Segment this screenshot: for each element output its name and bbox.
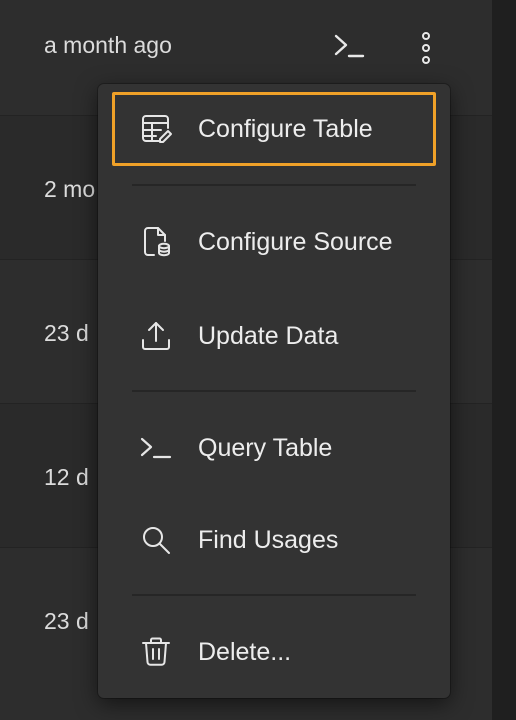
row-modified-time: 12 d — [44, 464, 89, 490]
menu-item-find-usages[interactable]: Find Usages — [112, 502, 436, 578]
file-database-icon — [136, 222, 176, 262]
menu-divider — [132, 594, 416, 596]
row-modified-time: 2 mo — [44, 176, 96, 202]
menu-item-update-data[interactable]: Update Data — [112, 298, 436, 374]
row-modified-time: 23 d — [44, 320, 89, 346]
more-vertical-icon[interactable] — [414, 30, 438, 66]
menu-item-label: Configure Table — [198, 114, 373, 143]
menu-item-label: Query Table — [198, 433, 333, 462]
table-edit-icon — [136, 109, 176, 149]
menu-item-label: Delete... — [198, 637, 292, 666]
scrollbar[interactable] — [492, 0, 516, 720]
menu-item-query-table[interactable]: Query Table — [112, 410, 436, 486]
search-icon — [136, 520, 176, 560]
menu-item-label: Find Usages — [198, 525, 339, 554]
trash-icon — [136, 632, 176, 672]
menu-item-configure-table[interactable]: Configure Table — [112, 92, 436, 166]
menu-item-label: Update Data — [198, 321, 339, 350]
upload-icon — [136, 316, 176, 356]
menu-divider — [132, 184, 416, 186]
row-modified-time: 23 d — [44, 608, 89, 634]
terminal-icon — [136, 428, 176, 468]
menu-item-label: Configure Source — [198, 227, 393, 256]
row-modified-time: a month ago — [44, 32, 172, 58]
menu-item-delete[interactable]: Delete... — [112, 614, 436, 690]
context-menu: Configure Table Configure Source Update … — [98, 84, 450, 698]
menu-divider — [132, 390, 416, 392]
terminal-icon[interactable] — [332, 30, 366, 64]
menu-item-configure-source[interactable]: Configure Source — [112, 204, 436, 280]
